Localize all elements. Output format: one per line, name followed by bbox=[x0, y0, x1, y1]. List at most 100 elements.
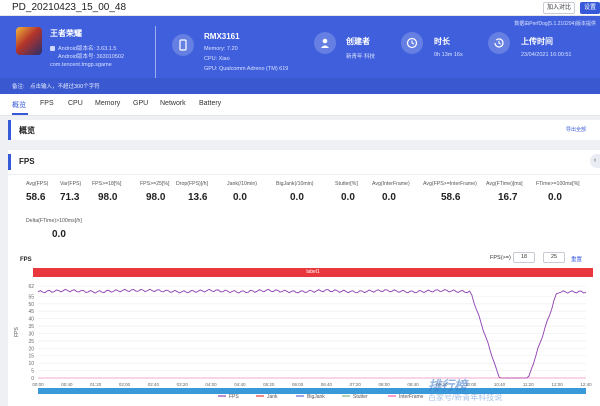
upload-value: 23/04/2021 16:00:51 bbox=[521, 52, 572, 58]
tab-fps[interactable]: FPS bbox=[40, 100, 54, 107]
version-info: 数据由PerfDog(5.1.210204)版本提供 bbox=[514, 21, 596, 27]
x-tick-label: 06:40 bbox=[321, 382, 333, 387]
metric-var-fps: Var(FPS) 71.3 bbox=[60, 181, 81, 203]
metric-value: 0.0 bbox=[52, 229, 66, 240]
x-tick-label: 12:00 bbox=[552, 382, 564, 387]
metric-label: Avg(FTime)[ms] bbox=[486, 181, 523, 187]
x-tick-label: 12:40 bbox=[580, 382, 592, 387]
y-tick-label: 45 bbox=[28, 309, 34, 315]
metric-delta-ftime: Delta(FTime)>100ms[/h] 0.0 bbox=[26, 218, 82, 240]
metric-value: 0.0 bbox=[548, 192, 562, 203]
app-name: 王者荣耀 bbox=[50, 29, 82, 38]
device-cpu: CPU: Xiao bbox=[204, 56, 230, 62]
legend-label: Stutter bbox=[353, 394, 368, 400]
metric-label: Jank(/10min) bbox=[227, 181, 257, 187]
metric-ftime-100: FTime>=100ms[%] 0.0 bbox=[536, 181, 580, 203]
metric-label: Avg(FPS) bbox=[26, 181, 49, 187]
android-version: Android版本名: 3.63.1.5 bbox=[58, 46, 117, 52]
reset-button[interactable]: 重置 bbox=[571, 255, 582, 263]
app-icon bbox=[16, 27, 42, 55]
x-tick-label: 00:00 bbox=[32, 382, 44, 387]
metric-label: Stutter[%] bbox=[335, 181, 358, 187]
metric-tabs: 概览 FPS CPU Memory GPU Network Battery bbox=[0, 94, 600, 116]
metric-value: 98.0 bbox=[146, 192, 166, 203]
note-label: 备注: bbox=[12, 84, 25, 90]
metric-label: Drop(FPS)[/h] bbox=[176, 181, 208, 187]
tab-cpu[interactable]: CPU bbox=[68, 100, 83, 107]
android-icon bbox=[50, 46, 55, 51]
history-icon bbox=[488, 32, 510, 54]
timeline-scrollbar[interactable] bbox=[38, 388, 586, 394]
clock-icon bbox=[401, 32, 423, 54]
metric-value: 58.6 bbox=[26, 192, 46, 203]
x-tick-label: 02:40 bbox=[148, 382, 160, 387]
creator-label: 创建者 bbox=[346, 37, 370, 46]
phone-icon bbox=[172, 34, 194, 56]
x-tick-label: 01:20 bbox=[90, 382, 102, 387]
y-tick-label: 10 bbox=[28, 361, 34, 367]
header-divider bbox=[155, 26, 156, 78]
session-header: 数据由PerfDog(5.1.210204)版本提供 王者荣耀 Android版… bbox=[0, 16, 600, 94]
note-input[interactable]: 点击输入，不超过300个字符 bbox=[30, 82, 100, 90]
metric-stutter: Stutter[%] 0.0 bbox=[335, 181, 358, 203]
legend-label: FPS bbox=[229, 394, 239, 400]
overview-section: 概览 导出全部 bbox=[8, 120, 600, 140]
y-tick-label: 20 bbox=[28, 346, 34, 352]
fps-threshold-input-b[interactable]: 25 bbox=[543, 252, 565, 263]
y-tick-label: 5 bbox=[31, 369, 34, 375]
metric-jank: Jank(/10min) 0.0 bbox=[227, 181, 257, 203]
y-tick-label: 55 bbox=[28, 294, 34, 300]
fps-threshold-label: FPS(>=) bbox=[490, 255, 511, 261]
package-name: com.tencent.tmgp.sgame bbox=[50, 62, 112, 68]
watermark-sub: 百家号/新青年科技说 bbox=[428, 393, 503, 402]
export-all-button[interactable]: 导出全部 bbox=[566, 126, 586, 133]
metric-value: 0.0 bbox=[341, 192, 355, 203]
metric-avg-fps-interframe: Avg(FPS>=InterFrame) 58.6 bbox=[423, 181, 477, 203]
tab-battery[interactable]: Battery bbox=[199, 100, 221, 107]
fps-threshold-input-a[interactable]: 18 bbox=[513, 252, 535, 263]
metric-value: 16.7 bbox=[498, 192, 518, 203]
fps-chart-title: FPS bbox=[20, 257, 32, 263]
title-bar: PD_20210423_15_00_48 加入对比 设置 bbox=[0, 0, 600, 16]
tab-gpu[interactable]: GPU bbox=[133, 100, 148, 107]
y-tick-label: 30 bbox=[28, 331, 34, 337]
metric-value: 0.0 bbox=[233, 192, 247, 203]
label-bar[interactable]: label1 bbox=[33, 268, 593, 277]
x-tick-label: 04:00 bbox=[205, 382, 217, 387]
add-compare-button[interactable]: 加入对比 bbox=[543, 2, 575, 14]
x-tick-label: 10:40 bbox=[494, 382, 506, 387]
y-axis-label: FPS bbox=[14, 326, 20, 336]
metric-avg-interframe: Avg(InterFrame) 0.0 bbox=[372, 181, 410, 203]
tab-overview[interactable]: 概览 bbox=[12, 100, 26, 110]
metric-value: 0.0 bbox=[382, 192, 396, 203]
user-icon bbox=[314, 32, 336, 54]
tab-network[interactable]: Network bbox=[160, 100, 186, 107]
device-name: RMX3161 bbox=[204, 32, 240, 41]
metric-value: 98.0 bbox=[98, 192, 118, 203]
metric-label: BigJank(/10min) bbox=[276, 181, 314, 187]
android-version-code: Android版本号: 363010502 bbox=[58, 54, 125, 60]
metric-value: 58.6 bbox=[441, 192, 461, 203]
legend-label: Jank bbox=[267, 394, 278, 400]
metric-avg-fps: Avg(FPS) 58.6 bbox=[26, 181, 48, 203]
x-tick-label: 04:40 bbox=[234, 382, 246, 387]
x-tick-label: 03:20 bbox=[177, 382, 189, 387]
tab-memory[interactable]: Memory bbox=[95, 100, 120, 107]
legend-label: BigJank bbox=[307, 394, 325, 400]
metric-label: FTime>=100ms[%] bbox=[536, 181, 580, 187]
note-bar[interactable]: 备注: 点击输入，不超过300个字符 bbox=[0, 78, 600, 94]
x-tick-label: 08:00 bbox=[378, 382, 390, 387]
metric-drop-fps: Drop(FPS)[/h] 13.6 bbox=[176, 181, 208, 203]
duration-label: 时长 bbox=[434, 37, 450, 46]
settings-button[interactable]: 设置 bbox=[580, 2, 600, 14]
x-tick-label: 07:20 bbox=[350, 382, 362, 387]
collapse-icon[interactable]: ‹ bbox=[590, 154, 600, 168]
legend-label: InterFrame bbox=[399, 394, 424, 400]
metric-bigjank: BigJank(/10min) 0.0 bbox=[276, 181, 313, 203]
metric-label: FPS>=25[%] bbox=[140, 181, 170, 187]
x-tick-label: 06:00 bbox=[292, 382, 304, 387]
device-memory: Memory: 7.20 bbox=[204, 46, 238, 52]
fps-section: FPS ‹ Avg(FPS) 58.6 Var(FPS) 71.3 FPS>=18[… bbox=[8, 150, 600, 406]
metric-value: 13.6 bbox=[188, 192, 208, 203]
y-tick-label: 35 bbox=[28, 324, 34, 330]
